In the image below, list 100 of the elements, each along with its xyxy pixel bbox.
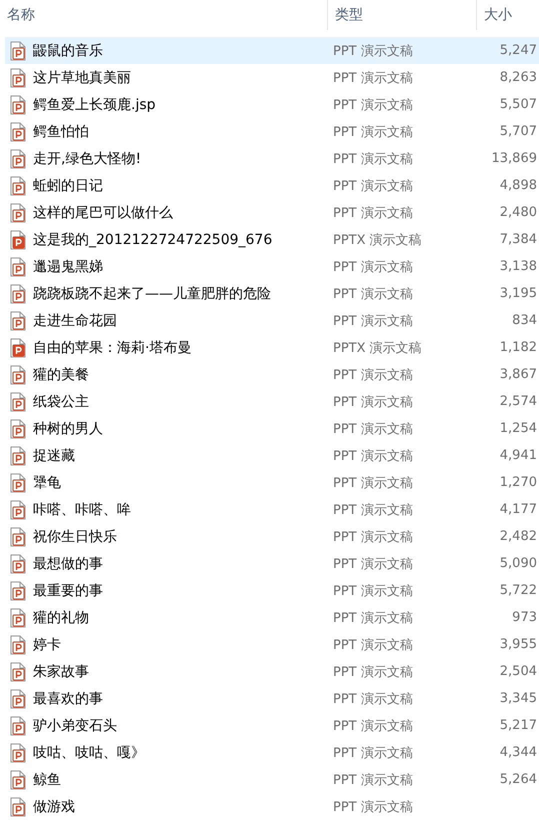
presentation-file-icon [10,500,26,520]
file-row[interactable]: 种树的男人 PPT 演示文稿 1,254 [5,415,539,442]
file-size: 5,090 [500,556,537,571]
file-row[interactable]: 最喜欢的事 PPT 演示文稿 3,345 [5,685,539,712]
file-row[interactable]: 自由的苹果：海莉·塔布曼 PPTX 演示文稿 1,182 [5,334,539,361]
file-row[interactable]: 獾的美餐 PPT 演示文稿 3,867 [5,361,539,388]
file-name: 咔嗒、咔嗒、哞 [33,500,131,518]
file-size: 4,344 [500,745,537,760]
file-row[interactable]: 朱家故事 PPT 演示文稿 2,504 [5,658,539,685]
file-row[interactable]: 纸袋公主 PPT 演示文稿 2,574 [5,388,539,415]
file-type: PPT 演示文稿 [332,70,413,86]
file-row[interactable]: 最重要的事 PPT 演示文稿 5,722 [5,577,539,604]
file-type: PPT 演示文稿 [332,744,413,762]
file-size: 5,264 [500,772,537,787]
presentation-file-icon [10,94,26,114]
file-row[interactable]: 走开,绿色大怪物! PPT 演示文稿 13,869 [5,145,539,172]
file-row[interactable]: 咔嗒、咔嗒、哞 PPT 演示文稿 4,177 [5,496,539,523]
presentation-file-icon [10,662,26,682]
file-name: 最想做的事 [33,554,103,572]
file-row[interactable]: 祝你生日快乐 PPT 演示文稿 2,482 [5,523,539,550]
file-size: 3,195 [500,286,537,301]
file-row[interactable]: 邋遢鬼黑娣 PPT 演示文稿 3,138 [5,253,539,280]
file-size: 3,867 [500,367,537,382]
presentation-file-icon [10,68,26,88]
presentation-file-icon [10,392,26,412]
file-name: 最重要的事 [33,582,103,600]
file-type: PPT 演示文稿 [332,582,413,600]
file-name: 婷卡 [33,636,61,654]
file-name: 鳄鱼爱上长颈鹿.jsp [33,96,156,114]
file-name: 做游戏 [33,798,75,816]
presentation-file-icon [10,40,26,60]
file-row[interactable]: 走进生命花园 PPT 演示文稿 834 [5,307,539,334]
file-name: 獾的美餐 [33,366,89,384]
file-name: 走进生命花园 [33,312,117,330]
file-size: 2,480 [500,205,537,220]
file-size: 2,482 [500,529,537,544]
presentation-file-icon [10,526,26,546]
presentation-file-icon [10,770,26,790]
file-size: 5,217 [500,718,537,733]
file-type: PPT 演示文稿 [332,420,413,438]
presentation-file-icon [10,338,26,358]
file-size: 4,941 [500,448,537,463]
presentation-file-icon [10,310,26,330]
file-size: 973 [512,610,537,625]
file-type: PPT 演示文稿 [332,448,413,464]
file-type: PPTX 演示文稿 [332,340,422,356]
file-size: 7,384 [500,232,537,247]
file-row[interactable]: 犟龟 PPT 演示文稿 1,270 [5,469,539,496]
file-size: 3,138 [500,259,537,274]
file-name: 自由的苹果：海莉·塔布曼 [33,338,192,356]
file-size: 8,263 [500,70,537,85]
presentation-file-icon [10,634,26,654]
file-name: 捉迷藏 [33,446,75,464]
file-row[interactable]: 这片草地真美丽 PPT 演示文稿 8,263 [5,64,539,91]
file-row[interactable]: 捉迷藏 PPT 演示文稿 4,941 [5,442,539,469]
column-header[interactable]: 大小 [476,0,539,30]
file-size: 13,869 [492,151,537,166]
file-row[interactable]: 鳄鱼怕怕 PPT 演示文稿 5,707 [5,118,539,145]
file-row[interactable]: 这样的尾巴可以做什么 PPT 演示文稿 2,480 [5,199,539,226]
file-row[interactable]: 这是我的_2012122724722509_676 PPTX 演示文稿 7,384 [5,226,539,253]
file-row[interactable]: 鳄鱼爱上长颈鹿.jsp PPT 演示文稿 5,507 [5,91,539,118]
file-row[interactable]: 跷跷板跷不起来了——儿童肥胖的危险 PPT 演示文稿 3,195 [5,280,539,307]
presentation-file-icon [10,364,26,384]
file-row[interactable]: 鲸鱼 PPT 演示文稿 5,264 [5,766,539,793]
file-type: PPT 演示文稿 [332,312,413,330]
file-type: PPT 演示文稿 [332,798,413,816]
file-row[interactable]: 獾的礼物 PPT 演示文稿 973 [5,604,539,631]
column-header[interactable]: 类型 [327,0,476,30]
file-name: 鲸鱼 [33,770,61,788]
presentation-file-icon [10,554,26,574]
file-type: PPT 演示文稿 [332,366,413,384]
file-row[interactable]: 吱咕、吱咕、嘎》 PPT 演示文稿 4,344 [5,739,539,766]
file-name: 朱家故事 [33,662,89,680]
file-row[interactable]: 婷卡 PPT 演示文稿 3,955 [5,631,539,658]
presentation-file-icon [10,608,26,628]
file-row[interactable]: 最想做的事 PPT 演示文稿 5,090 [5,550,539,577]
file-name: 蚯蚓的日记 [33,176,103,194]
file-type: PPT 演示文稿 [332,528,413,546]
column-header[interactable]: 名称 [0,0,327,30]
presentation-file-icon [10,688,26,708]
file-size: 4,177 [500,502,537,517]
presentation-file-icon [10,122,26,142]
file-row[interactable]: 蚯蚓的日记 PPT 演示文稿 4,898 [5,172,539,199]
presentation-file-icon [10,176,26,196]
file-size: 834 [512,313,537,328]
file-row[interactable]: 驴小弟变石头 PPT 演示文稿 5,217 [5,712,539,739]
file-type: PPT 演示文稿 [332,690,413,708]
file-size: 5,707 [500,124,537,139]
file-name: 犟龟 [33,474,61,492]
file-row[interactable]: 鼹鼠的音乐 PPT 演示文稿 5,247 [5,37,539,64]
file-size: 3,955 [500,637,537,652]
file-type: PPT 演示文稿 [332,150,413,168]
file-row[interactable]: 做游戏 PPT 演示文稿 [5,793,539,820]
presentation-file-icon [10,256,26,276]
file-type: PPT 演示文稿 [332,636,413,654]
file-size: 5,247 [500,43,537,58]
file-name: 这是我的_2012122724722509_676 [33,230,272,248]
presentation-file-icon [10,742,26,762]
file-type: PPT 演示文稿 [332,394,413,410]
presentation-file-icon [10,202,26,222]
